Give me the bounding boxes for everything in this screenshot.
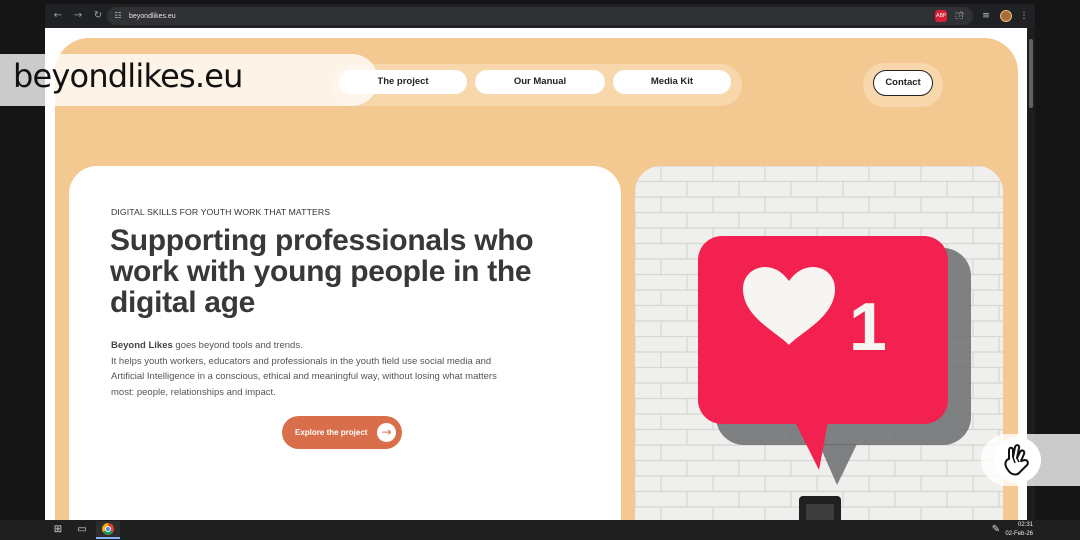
taskbar-time: 02:31 [1017,522,1033,528]
chrome-icon [102,523,114,535]
chrome-taskbar-button[interactable] [96,521,120,539]
hero-intro: Beyond Likes goes beyond tools and trend… [111,338,561,354]
hero-eyebrow: DIGITAL SKILLS FOR YOUTH WORK THAT MATTE… [111,207,331,217]
browser-toolbar: ← → ↻ ☷ beyondlikes.eu ☆ ABP ⬚ ≡ ⋮ [45,4,1035,28]
menu-kebab-icon[interactable]: ⋮ [1018,9,1030,23]
brand-overlay-text: beyondlikes.eu [13,57,243,95]
adblock-extension-icon[interactable]: ABP [935,10,947,22]
site-info-icon[interactable]: ☷ [112,10,124,22]
device-screen [806,504,834,520]
taskbar-clock[interactable]: 02:31 02-Feb-26 [1005,521,1033,539]
task-view-icon[interactable]: ▭ [72,522,92,538]
notification-count: 1 [849,289,887,365]
address-bar[interactable]: ☷ beyondlikes.eu ☆ [107,7,973,25]
windows-start-icon[interactable]: ⊞ [48,522,68,538]
headline-line-1: Supporting professionals who [110,224,534,257]
page-scrollbar-thumb[interactable] [1029,39,1033,108]
hero-body-line-1: It helps youth workers, educators and pr… [111,355,492,367]
windows-taskbar: ⊞ ▭ ✎ 02:31 02-Feb-26 [0,520,1080,540]
notification-graffiti-illustration: 1 [635,166,1003,520]
taskbar-date: 02-Feb-26 [1005,531,1033,537]
arrow-right-icon[interactable]: → [377,423,396,442]
explore-project-button[interactable]: Explore the project → [282,416,402,449]
pen-input-icon[interactable]: ✎ [986,522,1006,538]
hero-description: Beyond Likes goes beyond tools and trend… [111,338,561,400]
hero-brand: Beyond Likes [111,340,173,351]
nav-our-manual[interactable]: Our Manual [475,70,605,94]
reading-list-icon[interactable]: ≡ [980,9,992,23]
hero-body-line-3: most: people, relationships and impact. [111,386,276,398]
address-url[interactable]: beyondlikes.eu [129,13,176,20]
explore-project-label[interactable]: Explore the project [295,416,367,449]
headline-line-3: digital age [110,286,256,319]
hero-intro-rest: goes beyond tools and trends. [172,340,303,351]
extensions-puzzle-icon[interactable]: ⬚ [953,9,965,23]
profile-avatar[interactable] [1000,10,1012,22]
hero-photo: 1 [635,166,1003,520]
hero-headline: Supporting professionals who work with y… [110,225,580,318]
contact-button[interactable]: Contact [873,70,933,96]
nav-media-kit[interactable]: Media Kit [613,70,731,94]
back-icon[interactable]: ← [51,9,65,23]
headline-line-2: work with young people in the [110,255,532,288]
hero-body-line-2: Artificial Intelligence in a conscious, … [111,371,497,383]
reload-icon[interactable]: ↻ [91,9,105,23]
forward-icon[interactable]: → [71,9,85,23]
hand-icon-circle[interactable] [993,437,1041,483]
hand-icon [1004,444,1029,476]
desktop-screen: ← → ↻ ☷ beyondlikes.eu ☆ ABP ⬚ ≡ ⋮ The p… [0,0,1080,540]
